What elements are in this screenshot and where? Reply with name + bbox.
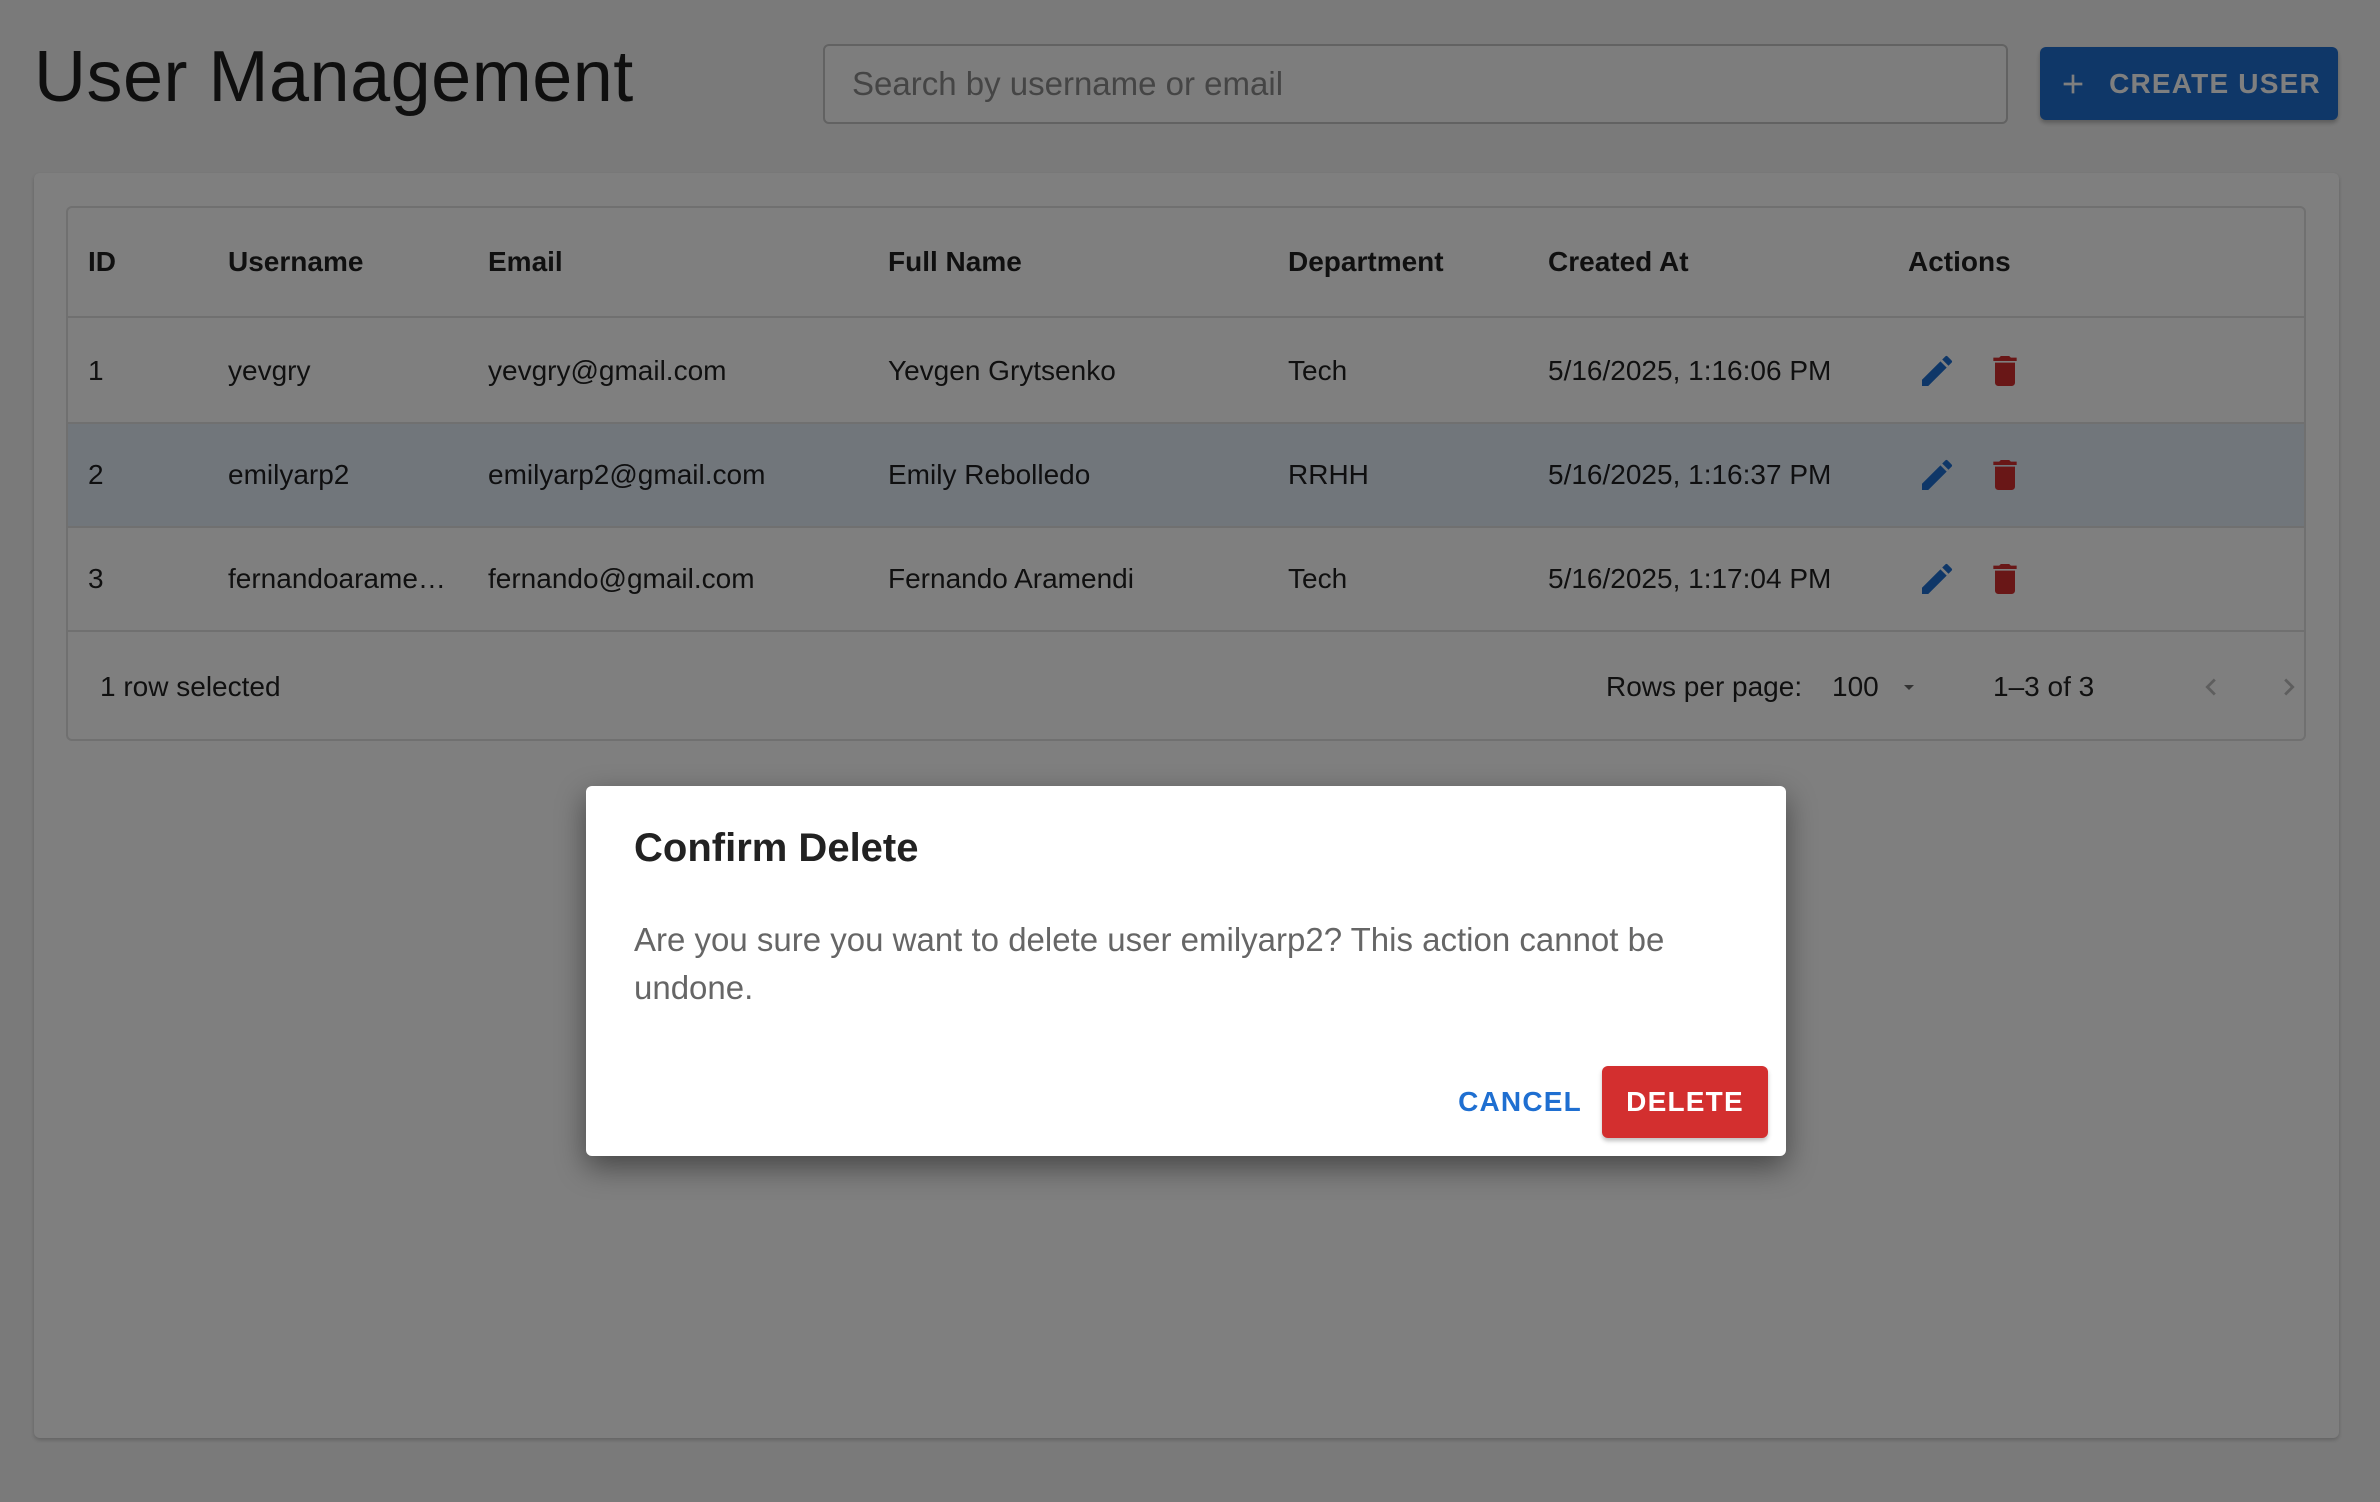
dialog-title: Confirm Delete: [634, 826, 919, 870]
cancel-button[interactable]: CANCEL: [1440, 1066, 1600, 1138]
dialog-message: Are you sure you want to delete user emi…: [634, 921, 1665, 1006]
confirm-delete-dialog: Confirm Delete Are you sure you want to …: [586, 786, 1786, 1156]
modal-backdrop[interactable]: [0, 0, 2380, 1502]
delete-confirm-button[interactable]: DELETE: [1602, 1066, 1768, 1138]
